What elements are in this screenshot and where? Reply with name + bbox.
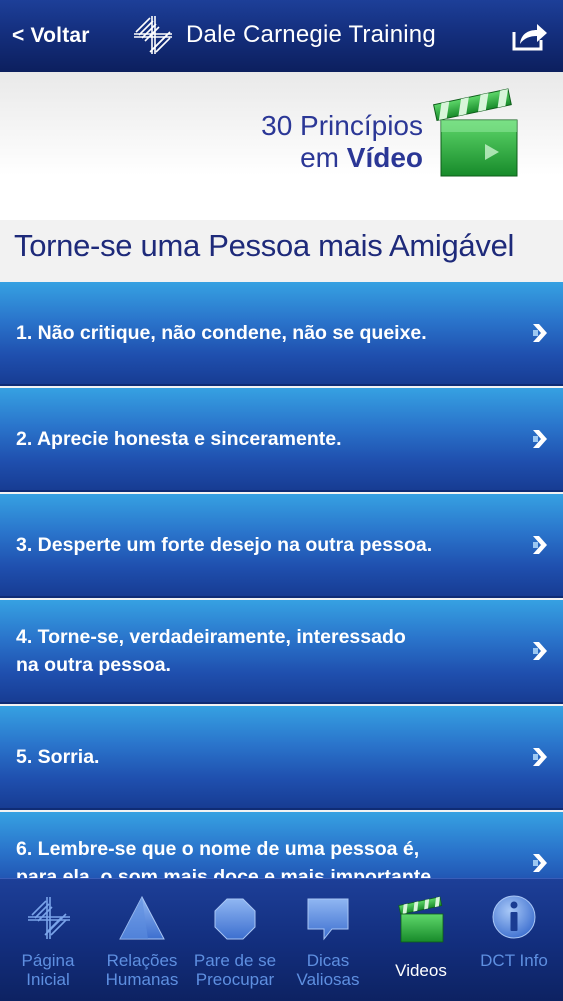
tab-label: Relações Humanas xyxy=(105,951,179,989)
list-item-label: 5. Sorria. xyxy=(16,746,100,768)
tab-label: Pare de se Preocupar xyxy=(193,951,277,989)
share-icon[interactable] xyxy=(511,20,549,52)
list-item-label: 6. Lembre-se que o nome de uma pessoa é,… xyxy=(16,838,432,878)
info-icon xyxy=(492,895,536,939)
clapperboard-icon xyxy=(398,896,444,943)
chevron-right-icon xyxy=(533,642,547,660)
dale-carnegie-logo-icon xyxy=(134,16,172,54)
banner-title: 30 Princípios em Vídeo xyxy=(261,110,423,174)
list-item[interactable]: 3. Desperte um forte desejo na outra pes… xyxy=(0,494,563,598)
brand-name: Dale Carnegie Training xyxy=(186,21,436,48)
chevron-right-icon xyxy=(533,324,547,342)
tab-dct-info[interactable]: DCT Info xyxy=(468,879,560,1001)
brand: Dale Carnegie Training xyxy=(130,12,436,58)
banner-line-2-bold: Vídeo xyxy=(346,142,423,173)
tab-pagina-inicial[interactable]: Página Inicial xyxy=(2,879,94,1001)
principles-list: 1. Não critique, não condene, não se que… xyxy=(0,282,563,878)
list-item-label: 3. Desperte um forte desejo na outra pes… xyxy=(16,534,433,556)
top-navigation-bar: < Voltar Dale Carnegie Training xyxy=(0,0,563,72)
list-item[interactable]: 5. Sorria. xyxy=(0,706,563,810)
tab-pare-de-se-preocupar[interactable]: Pare de se Preocupar xyxy=(189,879,281,1001)
speech-bubble-icon xyxy=(307,898,349,941)
list-item[interactable]: 1. Não critique, não condene, não se que… xyxy=(0,282,563,386)
banner-line-2-prefix: em xyxy=(300,142,347,173)
chevron-right-icon xyxy=(533,748,547,766)
list-item-label: 1. Não critique, não condene, não se que… xyxy=(16,322,427,344)
chevron-right-icon xyxy=(533,430,547,448)
chevron-right-icon xyxy=(533,854,547,872)
chevron-right-icon xyxy=(533,536,547,554)
pyramid-icon xyxy=(119,895,165,940)
tab-label: Videos xyxy=(395,961,447,980)
tab-label: DCT Info xyxy=(480,951,548,970)
tab-label: Dicas Valiosas xyxy=(296,951,360,989)
list-item[interactable]: 2. Aprecie honesta e sinceramente. xyxy=(0,388,563,492)
tab-videos[interactable]: Videos xyxy=(375,879,467,1001)
videos-banner: 30 Princípios em Vídeo xyxy=(0,72,563,220)
tab-relacoes-humanas[interactable]: Relações Humanas xyxy=(96,879,188,1001)
banner-line-2: em Vídeo xyxy=(261,142,423,174)
octagon-icon xyxy=(214,898,256,940)
bottom-tab-bar: Página Inicial Relações Humanas Pare de … xyxy=(0,878,563,1001)
list-item-label: 4. Torne-se, verdadeiramente, interessad… xyxy=(16,626,406,676)
section-title: Torne-se uma Pessoa mais Amigável xyxy=(14,228,515,263)
tab-label: Página Inicial xyxy=(21,951,75,989)
list-item-label: 2. Aprecie honesta e sinceramente. xyxy=(16,428,342,450)
back-button[interactable]: < Voltar xyxy=(12,24,90,48)
clapperboard-icon xyxy=(433,88,518,177)
list-item[interactable]: 4. Torne-se, verdadeiramente, interessad… xyxy=(0,600,563,704)
logo-icon xyxy=(28,897,70,939)
list-item[interactable]: 6. Lembre-se que o nome de uma pessoa é,… xyxy=(0,812,563,878)
tab-dicas-valiosas[interactable]: Dicas Valiosas xyxy=(282,879,374,1001)
banner-line-1: 30 Princípios xyxy=(261,110,423,141)
